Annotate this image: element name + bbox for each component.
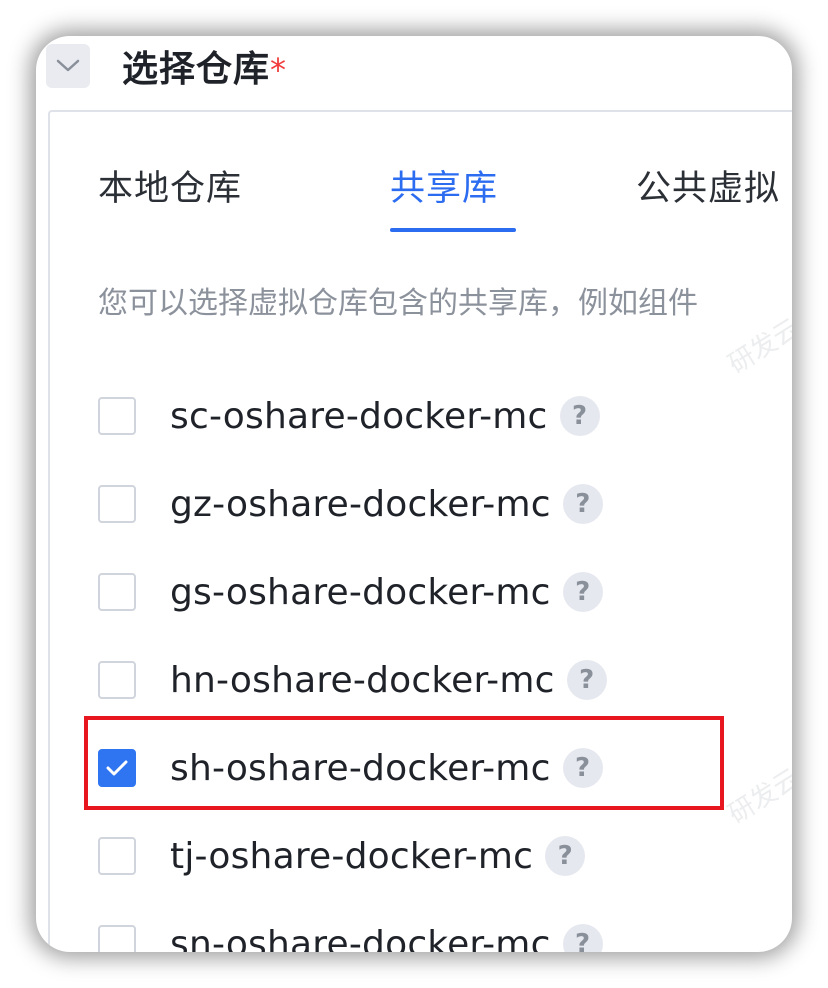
repo-name: tj-oshare-docker-mc [170,835,534,877]
repo-name: gs-oshare-docker-mc [170,571,551,613]
tab-local-repo[interactable]: 本地仓库 [98,160,242,211]
active-tab-indicator [390,228,516,232]
help-icon[interactable]: ? [562,924,603,952]
repo-row[interactable]: gs-oshare-docker-mc ? [98,562,603,622]
help-icon[interactable]: ? [562,572,603,612]
help-icon[interactable]: ? [562,484,603,524]
repo-checkbox[interactable] [98,925,136,952]
repo-row[interactable]: sn-oshare-docker-mc ? [98,914,603,952]
repo-checkbox[interactable] [98,485,136,523]
repo-row[interactable]: sc-oshare-docker-mc ? [98,386,600,446]
section-title: 选择仓库* [122,40,287,92]
repo-checkbox[interactable] [98,397,136,435]
repo-name: sn-oshare-docker-mc [170,923,551,953]
highlight-box [84,716,724,810]
repo-checkbox[interactable] [98,661,136,699]
collapse-button[interactable] [46,44,90,88]
tab-shared-repo[interactable]: 共享库 [390,160,498,211]
description-text: 您可以选择虚拟仓库包含的共享库，例如组件 [98,286,698,321]
repo-row[interactable]: gz-oshare-docker-mc ? [98,474,603,534]
help-icon[interactable]: ? [559,396,600,436]
section-title-text: 选择仓库 [122,49,271,90]
watermark: 研发云 [723,763,792,831]
repo-checkbox[interactable] [98,573,136,611]
repo-row[interactable]: tj-oshare-docker-mc ? [98,826,586,886]
watermark: 研发云 [723,313,792,381]
repository-selector-card: 选择仓库* 本地仓库 共享库 公共虚拟 您可以选择虚拟仓库包含的共享库，例如组件… [36,36,792,952]
section-header: 选择仓库* [36,36,792,110]
repo-name: sc-oshare-docker-mc [170,395,548,437]
required-mark: * [270,51,288,89]
help-icon[interactable]: ? [545,836,586,876]
repo-name: gz-oshare-docker-mc [170,483,551,525]
chevron-down-icon [56,59,80,72]
repository-panel: 本地仓库 共享库 公共虚拟 您可以选择虚拟仓库包含的共享库，例如组件 研发云 研… [48,110,792,952]
repo-row[interactable]: hn-oshare-docker-mc ? [98,650,607,710]
repo-checkbox[interactable] [98,837,136,875]
tab-public-virtual[interactable]: 公共虚拟 [636,160,780,211]
repo-name: hn-oshare-docker-mc [170,659,555,701]
help-icon[interactable]: ? [566,660,607,700]
